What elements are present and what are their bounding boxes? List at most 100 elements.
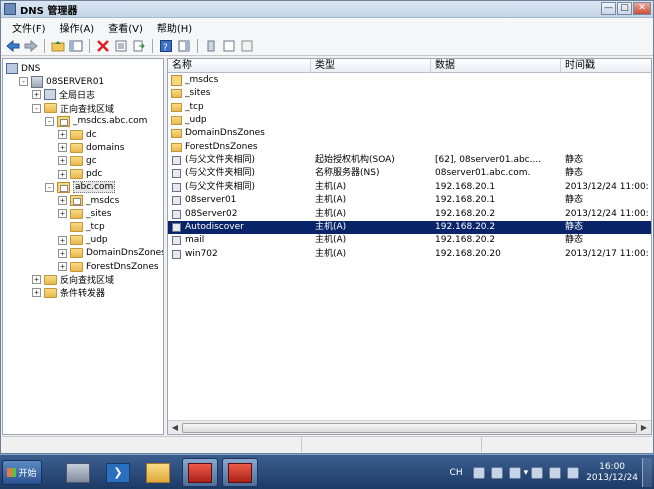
folder-icon bbox=[44, 287, 57, 298]
tree-item[interactable]: + 全局日志 bbox=[32, 88, 95, 101]
up-folder-icon[interactable] bbox=[50, 38, 66, 54]
tree-item[interactable]: + domains bbox=[58, 141, 124, 154]
filter-icon[interactable] bbox=[239, 38, 255, 54]
table-row[interactable]: _udp bbox=[168, 114, 651, 127]
taskbar-explorer[interactable] bbox=[140, 458, 176, 487]
expand-icon[interactable]: + bbox=[58, 262, 67, 271]
expand-icon[interactable]: + bbox=[58, 196, 67, 205]
expand-icon[interactable]: + bbox=[58, 209, 67, 219]
table-row[interactable]: _msdcs bbox=[168, 74, 651, 87]
server-list-icon[interactable] bbox=[203, 38, 219, 54]
table-row[interactable]: (与父文件夹相同) 主机(A) 192.168.20.1 2013/12/24 11:… bbox=[168, 181, 651, 194]
tree-item[interactable]: - 08SERVER01 bbox=[19, 75, 104, 88]
column-header-data[interactable]: 数据 bbox=[431, 59, 561, 73]
scroll-right-arrow-icon[interactable]: ▶ bbox=[638, 422, 650, 434]
expand-icon[interactable]: + bbox=[58, 130, 67, 139]
close-button[interactable]: ✕ bbox=[633, 2, 651, 15]
column-header-name[interactable]: 名称 bbox=[168, 59, 311, 73]
forward-arrow-icon[interactable] bbox=[23, 38, 39, 54]
clock[interactable]: 16:00 2013/12/24 bbox=[586, 462, 638, 484]
start-label: 开始 bbox=[18, 469, 37, 479]
table-row[interactable]: DomainDnsZones bbox=[168, 127, 651, 140]
expand-icon[interactable]: + bbox=[32, 275, 41, 285]
minimize-button[interactable]: — bbox=[601, 2, 616, 15]
table-row[interactable]: (与父文件夹相同) 名称服务器(NS) 08server01.abc.com. 静态 bbox=[168, 167, 651, 180]
tray-expand-icon[interactable]: ▾ bbox=[524, 468, 529, 478]
show-hide-console-tree-icon[interactable] bbox=[68, 38, 84, 54]
tree-item[interactable]: - abc.com bbox=[45, 181, 116, 194]
delete-icon[interactable] bbox=[95, 38, 111, 54]
folder-icon bbox=[70, 261, 83, 272]
table-row[interactable]: Autodiscover 主机(A) 192.168.20.2 静态 bbox=[168, 220, 651, 234]
taskbar-server-manager[interactable] bbox=[60, 458, 96, 487]
export-list-icon[interactable] bbox=[131, 38, 147, 54]
collapse-icon[interactable]: - bbox=[19, 77, 28, 87]
flag-icon[interactable] bbox=[531, 466, 544, 479]
table-row[interactable]: win702 主机(A) 192.168.20.20 2013/12/17 11:00… bbox=[168, 248, 651, 261]
cell-type bbox=[315, 74, 433, 87]
expand-icon[interactable]: + bbox=[32, 90, 41, 100]
tree-item[interactable]: + DomainDnsZones bbox=[58, 247, 163, 260]
tree-item[interactable]: + pdc bbox=[58, 168, 102, 181]
horizontal-scrollbar[interactable]: ◀ ▶ bbox=[168, 420, 651, 434]
ime-icon[interactable] bbox=[490, 466, 503, 479]
action-pane-icon[interactable] bbox=[176, 38, 192, 54]
expand-icon[interactable]: + bbox=[58, 169, 67, 179]
start-button[interactable]: 开始 bbox=[2, 460, 42, 485]
tree-item[interactable]: - 正向查找区域 bbox=[32, 102, 114, 115]
tree-item[interactable]: DNS bbox=[6, 62, 40, 75]
collapse-icon[interactable]: - bbox=[45, 116, 54, 126]
tree-item[interactable]: + _udp bbox=[58, 234, 108, 247]
scrollbar-thumb[interactable] bbox=[182, 423, 637, 433]
menu-help[interactable]: 帮助(H) bbox=[150, 20, 199, 35]
back-arrow-icon[interactable] bbox=[5, 38, 21, 54]
input-language[interactable]: CH bbox=[450, 468, 463, 478]
column-header-type[interactable]: 类型 bbox=[311, 59, 431, 73]
expand-icon[interactable]: + bbox=[32, 288, 41, 298]
tree-item[interactable]: + 条件转发器 bbox=[32, 286, 105, 299]
table-row[interactable]: 08server01 主机(A) 192.168.20.1 静态 bbox=[168, 194, 651, 207]
title-bar[interactable]: DNS 管理器 — □ ✕ bbox=[1, 1, 653, 18]
table-row[interactable]: (与父文件夹相同) 起始授权机构(SOA) [62], 08server01.abc… bbox=[168, 154, 651, 167]
taskbar-dns-manager[interactable] bbox=[182, 458, 218, 487]
collapse-icon[interactable]: - bbox=[45, 182, 54, 192]
column-header-timestamp[interactable]: 时间戳 bbox=[561, 59, 651, 73]
tree-item[interactable]: + gc bbox=[58, 154, 97, 167]
network-icon[interactable] bbox=[549, 466, 562, 479]
menu-file[interactable]: 文件(F) bbox=[5, 20, 53, 35]
expand-icon[interactable]: + bbox=[58, 235, 67, 245]
tree-item[interactable]: + _msdcs bbox=[58, 194, 119, 207]
cell-data bbox=[435, 127, 563, 140]
menu-action[interactable]: 操作(A) bbox=[53, 20, 102, 35]
new-record-icon[interactable] bbox=[221, 38, 237, 54]
volume-muted-icon[interactable] bbox=[567, 466, 580, 479]
table-row[interactable]: mail 主机(A) 192.168.20.2 静态 bbox=[168, 234, 651, 247]
scroll-left-arrow-icon[interactable]: ◀ bbox=[169, 422, 181, 434]
expand-icon[interactable]: + bbox=[58, 143, 67, 153]
record-icon bbox=[172, 209, 181, 219]
tree-item[interactable]: - _msdcs.abc.com bbox=[45, 115, 147, 128]
expand-icon[interactable]: + bbox=[58, 248, 67, 258]
windows-logo-icon bbox=[7, 468, 17, 477]
tree-item[interactable]: + _sites bbox=[58, 207, 111, 220]
taskbar-admin-tool[interactable] bbox=[222, 458, 258, 487]
menu-view[interactable]: 查看(V) bbox=[101, 20, 150, 35]
properties-icon[interactable] bbox=[113, 38, 129, 54]
help-icon[interactable]: ? bbox=[158, 38, 174, 54]
show-desktop-button[interactable] bbox=[642, 458, 652, 487]
collapse-icon[interactable]: - bbox=[32, 103, 41, 113]
cell-name: Autodiscover bbox=[185, 221, 244, 232]
keyboard-icon[interactable] bbox=[472, 466, 485, 479]
tree-item[interactable]: + 反向查找区域 bbox=[32, 273, 114, 286]
table-row[interactable]: ForestDnsZones bbox=[168, 141, 651, 154]
tree-item[interactable]: + dc bbox=[58, 128, 97, 141]
maximize-button[interactable]: □ bbox=[617, 2, 632, 15]
tree-item[interactable]: _tcp bbox=[58, 220, 105, 233]
expand-icon[interactable]: + bbox=[58, 156, 67, 166]
table-row[interactable]: _sites bbox=[168, 87, 651, 100]
help-icon[interactable] bbox=[508, 466, 521, 479]
taskbar-powershell[interactable]: ❯ bbox=[100, 458, 136, 487]
table-row[interactable]: _tcp bbox=[168, 101, 651, 114]
tree-item[interactable]: + ForestDnsZones bbox=[58, 260, 159, 273]
table-row[interactable]: 08Server02 主机(A) 192.168.20.2 2013/12/24 11… bbox=[168, 208, 651, 221]
